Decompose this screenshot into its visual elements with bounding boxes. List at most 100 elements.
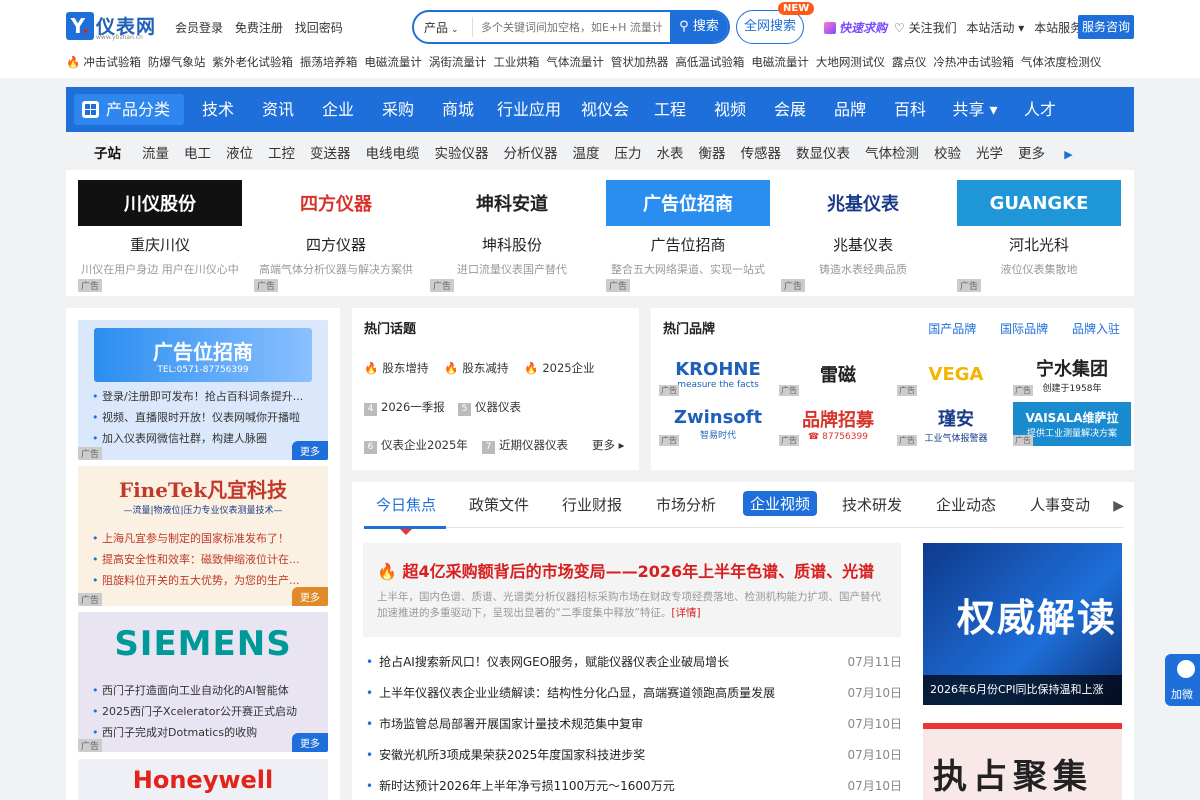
ad-box-item[interactable]: 加入仪表网微信社群，构建人脉圈 <box>92 428 320 449</box>
hot-keyword[interactable]: 冷热冲击试验箱 <box>933 55 1014 69</box>
ad-box-item[interactable]: 登录/注册即可发布！抢占百科词条提升... <box>92 386 320 407</box>
hot-keyword[interactable]: 工业烘箱 <box>493 55 539 69</box>
brand-logo[interactable]: 宁水集团 创建于1958年 广告 <box>1013 352 1131 396</box>
nav-item[interactable]: 视仪会 <box>570 87 640 132</box>
ad-card[interactable]: 四方仪器 四方仪器 高端气体分析仪器与解决方案供 广告 <box>254 180 418 292</box>
substation-link[interactable]: 分析仪器 <box>504 142 558 162</box>
ad-box-item[interactable]: 上海凡宜参与制定的国家标准发布了！ <box>92 528 320 549</box>
ad-box-honeywell[interactable]: Honeywell <box>78 759 328 800</box>
nav-item[interactable]: 工程 <box>640 87 700 132</box>
hot-topic-link[interactable]: 5 仪器仪表 <box>458 399 521 416</box>
site-activities-menu[interactable]: 本站活动 ▾ <box>966 21 1024 35</box>
ad-box-item[interactable]: 提高安全性和效率：磁致伸缩液位计在... <box>92 549 320 570</box>
tab-enterprise-video[interactable]: 企业视频 <box>743 491 818 516</box>
ad-box-finetek[interactable]: FineTek凡宜科技 —流量|物液位|压力专业仪表测量技术— 上海凡宜参与制定… <box>78 466 328 606</box>
substation-link[interactable]: 温度 <box>573 142 600 162</box>
brand-join-link[interactable]: 品牌入驻 <box>1072 322 1120 336</box>
ad-box-item[interactable]: 西门子完成对Dotmatics的收购 <box>92 722 320 743</box>
ad-card[interactable]: 兆基仪表 兆基仪表 铸造水表经典品质 广告 <box>781 180 945 292</box>
hot-keyword[interactable]: 涡街流量计 <box>429 55 487 69</box>
hot-topic-link[interactable]: 🔥 股东减持 <box>444 360 508 376</box>
nav-item[interactable]: 商城 <box>428 87 488 132</box>
substation-link[interactable]: 工控 <box>268 142 295 162</box>
details-link[interactable]: [详情] <box>671 607 700 619</box>
substation-link[interactable]: 衡器 <box>699 142 726 162</box>
substation-more-link[interactable]: 更多 ▶ <box>1018 142 1088 162</box>
tab-personnel[interactable]: 人事变动 <box>1030 494 1090 515</box>
news-item[interactable]: 市场监管总局部署开展国家计量技术规范集中复审07月10日 <box>366 715 902 732</box>
hot-keyword[interactable]: 防爆气象站 <box>148 55 206 69</box>
news-item[interactable]: 上半年仪器仪表企业业绩解读：结构性分化凸显，高端赛道领跑高质量发展07月10日 <box>366 684 902 701</box>
all-network-search-button[interactable]: 全网搜索 <box>736 10 804 44</box>
ad-card[interactable]: GUANGKE 河北光科 液位仪表集散地 广告 <box>957 180 1121 292</box>
register-link[interactable]: 免费注册 <box>235 21 283 35</box>
hot-keyword[interactable]: 电磁流量计 <box>364 55 422 69</box>
substation-link[interactable]: 变送器 <box>310 142 351 162</box>
ad-card[interactable]: 广告位招商 广告位招商 整合五大网络渠道、实现一站式 广告 <box>606 180 770 292</box>
ad-card[interactable]: 川仪股份 重庆川仪 川仪在用户身边 用户在川仪心中 广告 <box>78 180 242 292</box>
substation-link[interactable]: 校验 <box>934 142 961 162</box>
nav-item[interactable]: 企业 <box>308 87 368 132</box>
substation-link[interactable]: 实验仪器 <box>435 142 489 162</box>
nav-item[interactable]: 采购 <box>368 87 428 132</box>
nav-item[interactable]: 人才 <box>1010 87 1070 132</box>
nav-item[interactable]: 行业应用 <box>488 87 570 132</box>
hot-keyword[interactable]: 气体流量计 <box>546 55 604 69</box>
news-item[interactable]: 抢占AI搜索新风口！仪表网GEO服务，赋能仪器仪表企业破局增长07月11日 <box>366 653 902 670</box>
brand-logo[interactable]: Zwinsoft 智易时代 广告 <box>659 402 777 446</box>
follow-us-link[interactable]: ♡ 关注我们 <box>894 21 957 35</box>
ad-box-item[interactable]: 阻旋料位开关的五大优势，为您的生产... <box>92 570 320 591</box>
substation-link[interactable]: 流量 <box>142 142 169 162</box>
nav-item[interactable]: 会展 <box>760 87 820 132</box>
brand-logo[interactable]: VEGA 广告 <box>897 352 1015 396</box>
hot-keyword[interactable]: 电磁流量计 <box>751 55 809 69</box>
international-brands-link[interactable]: 国际品牌 <box>1000 322 1048 336</box>
tab-today-focus[interactable]: 今日焦点 <box>376 494 436 515</box>
substation-link[interactable]: 气体检测 <box>865 142 919 162</box>
next-tab-arrow-icon[interactable]: ▶ <box>1113 498 1124 514</box>
nav-item[interactable]: 技术 <box>188 87 248 132</box>
search-input[interactable] <box>472 17 662 37</box>
featured-news[interactable]: 🔥 超4亿采购额背后的市场变局——2026年上半年色谱、质谱、光谱 上半年，国内… <box>363 543 901 637</box>
hot-keyword[interactable]: 振荡培养箱 <box>300 55 358 69</box>
ad-box-item[interactable]: 西门子打造面向工业自动化的AI智能体 <box>92 680 320 701</box>
ad-box-item[interactable]: 2025西门子Xcelerator公开赛正式启动 <box>92 701 320 722</box>
service-consult-button[interactable]: 服务咨询 <box>1078 15 1134 39</box>
hot-topic-link[interactable]: 🔥 股东增持 <box>364 360 428 376</box>
tab-market[interactable]: 市场分析 <box>656 494 716 515</box>
nav-item[interactable]: 资讯 <box>248 87 308 132</box>
brand-logo[interactable]: VAISALA维萨拉 提供工业测量解决方案 广告 <box>1013 402 1131 446</box>
topics-more-link[interactable]: 更多 ▸ <box>592 437 624 453</box>
domestic-brands-link[interactable]: 国产品牌 <box>928 322 976 336</box>
quick-buy-link[interactable]: 快速求购 <box>824 19 887 36</box>
ad-box-siemens[interactable]: SIEMENS 西门子打造面向工业自动化的AI智能体 2025西门子Xceler… <box>78 612 328 752</box>
ad-card[interactable]: 坤科安道 坤科股份 进口流量仪表国产替代 广告 <box>430 180 594 292</box>
substation-link[interactable]: 数显仪表 <box>796 142 850 162</box>
more-button[interactable]: 更多 <box>292 733 328 752</box>
hot-topic-link[interactable]: 4 2026一季报 <box>364 399 445 416</box>
more-button[interactable]: 更多 <box>292 441 328 460</box>
substation-link[interactable]: 电线电缆 <box>366 142 420 162</box>
nav-item[interactable]: 共享 ▾ <box>940 87 1010 132</box>
featured-news-title[interactable]: 🔥 超4亿采购额背后的市场变局——2026年上半年色谱、质谱、光谱 <box>377 558 874 582</box>
nav-item[interactable]: 视频 <box>700 87 760 132</box>
hot-topic-link[interactable]: 🔥 2025企业 <box>524 360 595 376</box>
product-category-button[interactable]: 产品分类 ⌄ <box>74 94 184 150</box>
hot-keyword[interactable]: 大地网测试仪 <box>816 55 885 69</box>
brand-logo[interactable]: 品牌招募 ☎ 87756399 广告 <box>779 402 897 446</box>
hot-keyword[interactable]: 紫外老化试验箱 <box>212 55 293 69</box>
tab-tech-rd[interactable]: 技术研发 <box>842 494 902 515</box>
floating-wechat-button[interactable]: 加微 <box>1165 654 1200 706</box>
hot-keyword[interactable]: 气体浓度检测仪 <box>1021 55 1102 69</box>
ad-box-recruit[interactable]: 广告位招商 TEL:0571-87756399 登录/注册即可发布！抢占百科词条… <box>78 320 328 460</box>
tab-financial[interactable]: 行业财报 <box>562 494 622 515</box>
substation-link[interactable]: 光学 <box>976 142 1003 162</box>
brand-logo[interactable]: KROHNE measure the facts 广告 <box>659 352 777 396</box>
search-button[interactable]: ⚲ 搜索 <box>670 12 728 42</box>
login-link[interactable]: 会员登录 <box>175 21 223 35</box>
nav-item[interactable]: 百科 <box>880 87 940 132</box>
substation-link[interactable]: 电工 <box>184 142 211 162</box>
hot-keyword[interactable]: 高低温试验箱 <box>675 55 744 69</box>
hot-keyword[interactable]: 管状加热器 <box>611 55 669 69</box>
substation-link[interactable]: 压力 <box>615 142 642 162</box>
